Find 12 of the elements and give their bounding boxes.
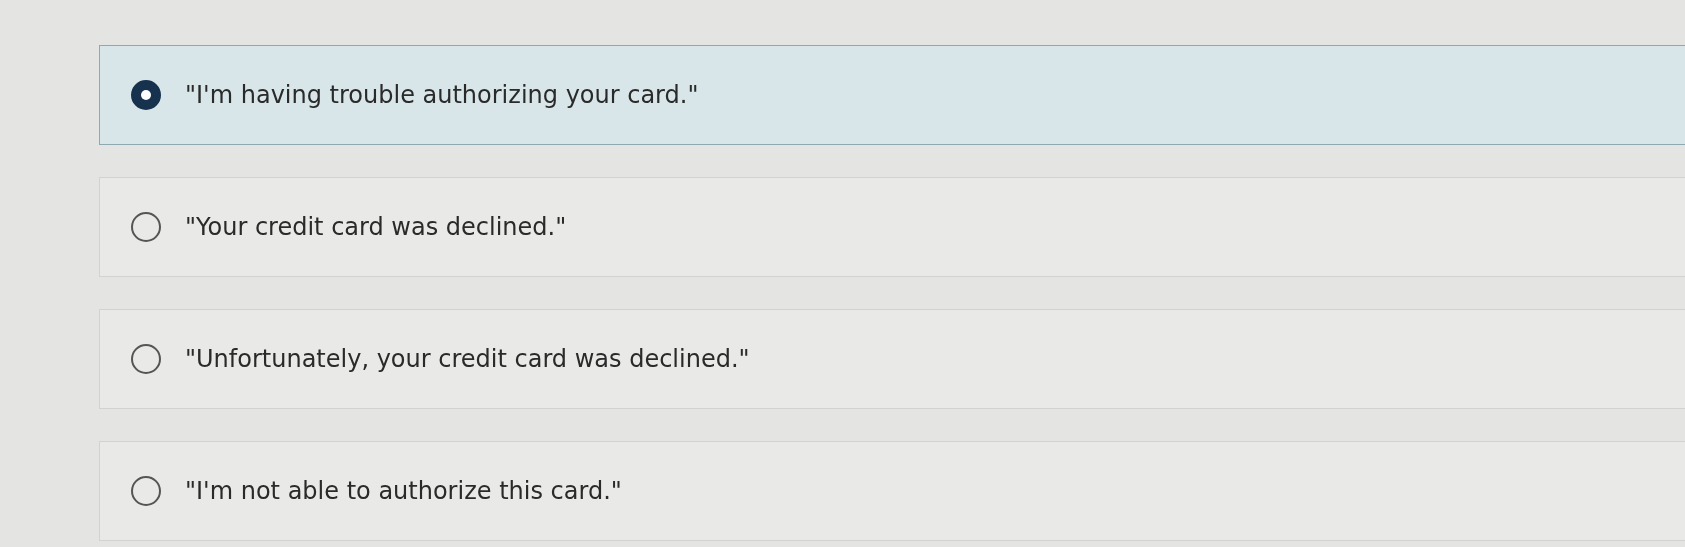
answer-option[interactable]: "I'm not able to authorize this card." [99, 441, 1685, 541]
answer-option[interactable]: "I'm having trouble authorizing your card." [99, 45, 1685, 145]
option-label: "Your credit card was declined." [185, 213, 567, 241]
option-label: "Unfortunately, your credit card was declined." [185, 345, 750, 373]
answer-option[interactable]: "Unfortunately, your credit card was declined." [99, 309, 1685, 409]
answer-option[interactable]: "Your credit card was declined." [99, 177, 1685, 277]
radio-button[interactable] [131, 344, 161, 374]
radio-button[interactable] [131, 476, 161, 506]
option-label: "I'm not able to authorize this card." [185, 477, 622, 505]
option-label: "I'm having trouble authorizing your card." [185, 81, 699, 109]
radio-button[interactable] [131, 80, 161, 110]
radio-button[interactable] [131, 212, 161, 242]
